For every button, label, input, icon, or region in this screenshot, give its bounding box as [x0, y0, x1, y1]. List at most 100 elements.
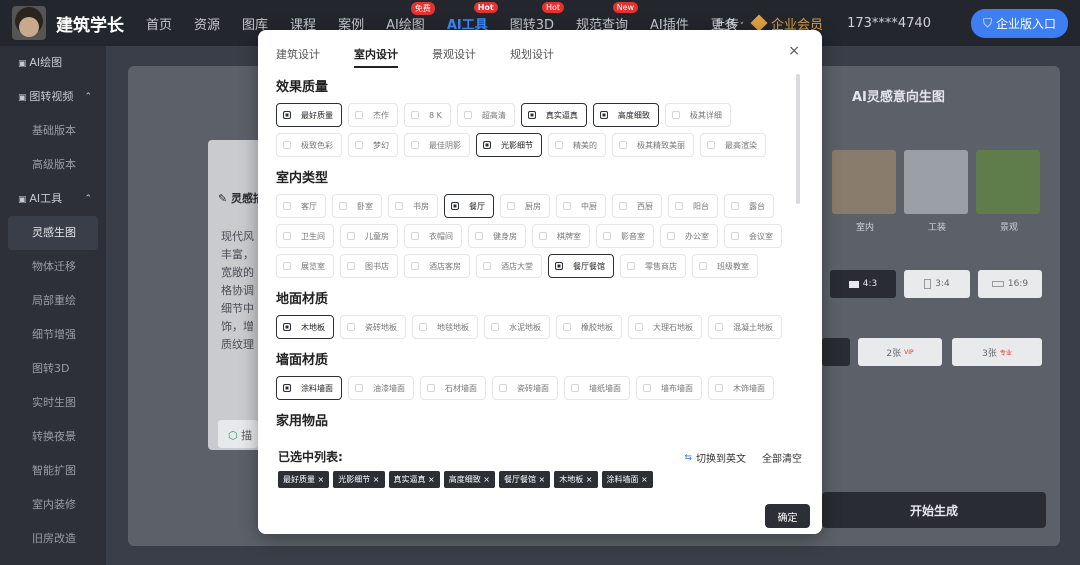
logo-avatar[interactable] — [12, 6, 46, 40]
tag-chip[interactable]: 会议室 — [724, 224, 782, 248]
tag-chip[interactable]: 石材墙面 — [420, 376, 486, 400]
tag-chip[interactable]: 零售商店 — [620, 254, 686, 278]
sidebar-item[interactable]: 旧房改造 — [0, 522, 106, 556]
user-phone[interactable]: 173****4740 — [847, 16, 931, 31]
sidebar-item[interactable]: ▣ AI工具 ⌃ — [0, 182, 106, 216]
tag-chip[interactable]: 阳台 — [668, 194, 718, 218]
tag-chip[interactable]: 图书店 — [340, 254, 398, 278]
selected-tag[interactable]: 最好质量 × — [278, 471, 330, 488]
count-3[interactable]: 3张 专业 — [952, 338, 1042, 366]
start-generate-button[interactable]: 开始生成 — [822, 492, 1046, 528]
switch-language-button[interactable]: ⇆ 切换到英文 — [684, 450, 746, 466]
thumb-office[interactable] — [904, 150, 968, 214]
sidebar-item[interactable]: 局部重绘 — [0, 284, 106, 318]
tag-chip[interactable]: 墙布墙面 — [636, 376, 702, 400]
tag-chip[interactable]: 中厨 — [556, 194, 606, 218]
selected-tag[interactable]: 高度细致 × — [443, 471, 495, 488]
close-icon[interactable]: × — [370, 475, 380, 484]
tag-chip[interactable]: 客厅 — [276, 194, 326, 218]
tag-chip[interactable]: 书房 — [388, 194, 438, 218]
tag-chip[interactable]: 卧室 — [332, 194, 382, 218]
tag-chip[interactable]: 涂料墙面 — [276, 376, 342, 400]
close-icon[interactable]: × — [583, 475, 593, 484]
describe-button[interactable]: ⬡ 描 — [218, 420, 258, 448]
tag-chip[interactable]: 真实逼真 — [520, 103, 587, 127]
sidebar-item[interactable]: 智能扩图 — [0, 454, 106, 488]
tab[interactable]: 室内设计 — [354, 46, 398, 68]
tag-chip[interactable]: 大理石地板 — [628, 315, 702, 339]
selected-tag[interactable]: 木地板 × — [554, 471, 598, 488]
selected-tag[interactable]: 涂料墙面 × — [601, 471, 653, 488]
tag-chip[interactable]: 西厨 — [612, 194, 662, 218]
sidebar-item[interactable]: 灵感生图 — [8, 216, 98, 250]
selected-tag[interactable]: 餐厅餐馆 × — [499, 471, 551, 488]
tag-chip[interactable]: 最高渲染 — [700, 133, 766, 157]
tag-chip[interactable]: 8 K — [404, 103, 451, 127]
sidebar-item[interactable]: ▣ 图转视频 ⌃ — [0, 80, 106, 114]
tag-chip[interactable]: 最好质量 — [276, 103, 342, 127]
tag-chip[interactable]: 瓷砖墙面 — [492, 376, 558, 400]
sidebar-item[interactable]: 基础版本 — [0, 114, 106, 148]
app-name[interactable]: 建筑学长 — [56, 11, 124, 36]
tag-chip[interactable]: 衣帽间 — [404, 224, 462, 248]
ratio-16-9[interactable]: 16:9 — [978, 270, 1042, 298]
confirm-button[interactable]: 确定 — [765, 504, 810, 528]
tag-chip[interactable]: 酒店客房 — [404, 254, 470, 278]
ratio-3-4[interactable]: 3:4 — [904, 270, 970, 298]
tag-chip[interactable]: 棋牌室 — [532, 224, 590, 248]
tag-chip[interactable]: 精美的 — [548, 133, 606, 157]
tag-chip[interactable]: 餐厅餐馆 — [548, 254, 614, 278]
sidebar-item[interactable]: 物体迁移 — [0, 250, 106, 284]
count-1[interactable] — [822, 338, 850, 366]
thumb-interior[interactable] — [832, 150, 896, 214]
sidebar-item[interactable]: 细节增强 — [0, 318, 106, 352]
sidebar-item[interactable]: 转换夜景 — [0, 420, 106, 454]
sidebar-item[interactable]: 实时生图 — [0, 386, 106, 420]
tag-chip[interactable]: 瓷砖地板 — [340, 315, 406, 339]
tag-chip[interactable]: 展览室 — [276, 254, 334, 278]
tag-chip[interactable]: 地毯地板 — [412, 315, 478, 339]
tag-chip[interactable]: 光影细节 — [476, 133, 542, 157]
tag-chip[interactable]: 儿童房 — [340, 224, 398, 248]
scrollbar[interactable] — [796, 74, 800, 204]
tag-chip[interactable]: 超高清 — [456, 103, 515, 127]
tag-chip[interactable]: 极致色彩 — [276, 133, 342, 157]
tag-chip[interactable]: 水泥地板 — [484, 315, 550, 339]
tag-chip[interactable]: 班级教室 — [692, 254, 758, 278]
tag-chip[interactable]: 健身房 — [468, 224, 526, 248]
close-icon[interactable]: × — [481, 475, 490, 484]
tag-chip[interactable]: 墙纸墙面 — [564, 376, 630, 400]
tag-chip[interactable]: 最佳阴影 — [404, 133, 470, 157]
close-icon[interactable]: × — [315, 475, 325, 484]
tag-chip[interactable]: 酒店大堂 — [476, 254, 542, 278]
thumb-landscape[interactable] — [976, 150, 1040, 214]
tag-chip[interactable]: 办公室 — [660, 224, 718, 248]
tag-chip[interactable]: 厨房 — [500, 194, 550, 218]
tag-chip[interactable]: 混凝土地板 — [708, 315, 782, 339]
tab[interactable]: 建筑设计 — [276, 46, 320, 66]
close-icon[interactable]: × — [536, 475, 546, 484]
tag-chip[interactable]: 油漆墙面 — [348, 376, 414, 400]
selected-tag[interactable]: 光影细节 × — [333, 471, 385, 488]
tag-chip[interactable]: 极其详细 — [664, 103, 731, 127]
tag-chip[interactable]: 影音室 — [596, 224, 654, 248]
nav-item[interactable]: 首页 — [146, 14, 172, 33]
tag-chip[interactable]: 梦幻 — [348, 133, 398, 157]
nav-item[interactable]: 资源 — [194, 14, 220, 33]
sidebar-item[interactable]: 室内装修 — [0, 488, 106, 522]
tab[interactable]: 景观设计 — [432, 46, 476, 66]
tag-chip[interactable]: 餐厅 — [444, 194, 494, 218]
sidebar-item[interactable]: 图转3D — [0, 352, 106, 386]
ratio-4-3[interactable]: 4:3 — [830, 270, 896, 298]
count-2[interactable]: 2张 VIP — [858, 338, 942, 366]
close-icon[interactable]: × — [639, 475, 648, 484]
tag-chip[interactable]: 极其精致美丽 — [612, 133, 694, 157]
tag-chip[interactable]: 木饰墙面 — [708, 376, 774, 400]
tag-sections[interactable]: 效果质量 最好质量 杰作 8 K 超高清 真实逼真 高度细致 极其详细 极致色彩 梦幻 最佳阴影 光影… — [276, 74, 796, 434]
sidebar-item[interactable]: ▣ AI绘图 — [0, 46, 106, 80]
tag-chip[interactable]: 卫生间 — [276, 224, 334, 248]
tag-chip[interactable]: 露台 — [724, 194, 774, 218]
sidebar-item[interactable]: 高级版本 — [0, 148, 106, 182]
selected-tag[interactable]: 真实逼真 × — [388, 471, 440, 488]
tag-chip[interactable]: 橡胶地板 — [556, 315, 622, 339]
